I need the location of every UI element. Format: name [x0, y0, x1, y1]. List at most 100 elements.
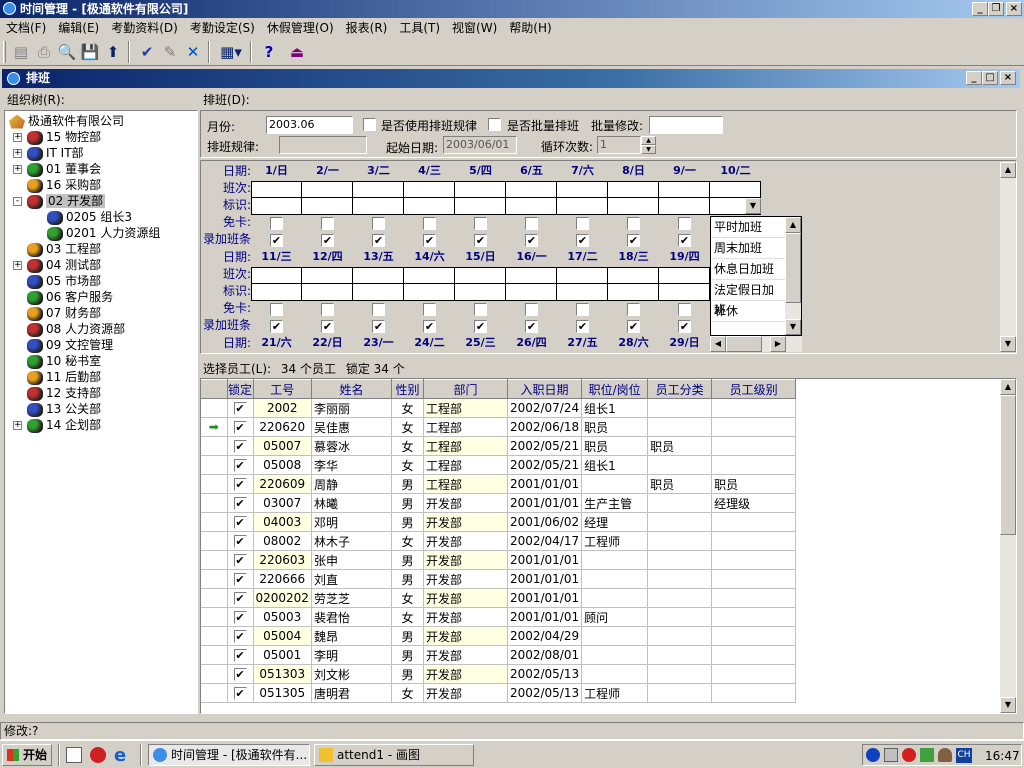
- overtime-checkbox[interactable]: ✔: [678, 234, 691, 247]
- flag-cell[interactable]: [251, 198, 302, 215]
- lock-cell[interactable]: ✔: [227, 455, 254, 475]
- column-header[interactable]: 职位/岗位: [581, 379, 649, 399]
- tree-item[interactable]: 14 企划部: [27, 417, 101, 433]
- lock-checkbox[interactable]: ✔: [233, 516, 247, 529]
- table-row[interactable]: ✔ 0200202 劳芝芝女开发部 2001/01/01: [201, 588, 797, 608]
- new-icon[interactable]: ▤: [10, 41, 32, 63]
- ie-icon[interactable]: e: [114, 745, 126, 766]
- taskbar-task-time-management[interactable]: 时间管理 - [极通软件有...: [148, 744, 310, 766]
- dropdown-scrollbar[interactable]: ▲ ▼: [785, 217, 801, 335]
- tray-check-icon[interactable]: [866, 748, 880, 762]
- flag-cell[interactable]: [557, 284, 608, 301]
- lock-checkbox[interactable]: ✔: [233, 573, 247, 586]
- tree-item[interactable]: 01 董事会: [27, 161, 101, 177]
- shift-cell[interactable]: [659, 181, 710, 198]
- table-row[interactable]: ✔ 08002 林木子女开发部 2002/04/17 工程师: [201, 531, 797, 551]
- table-row[interactable]: ➡ ✔ 220620 吴佳惠女工程部 2002/06/18 职员: [201, 417, 797, 437]
- lock-cell[interactable]: ✔: [227, 493, 254, 513]
- tree-expander[interactable]: +: [13, 133, 22, 142]
- tree-expander[interactable]: -: [13, 197, 22, 206]
- lock-checkbox[interactable]: ✔: [233, 535, 247, 548]
- delete-icon[interactable]: ✕: [182, 41, 204, 63]
- month-field[interactable]: 2003.06: [266, 116, 353, 134]
- tree-item[interactable]: IT IT部: [27, 145, 84, 161]
- tree-item[interactable]: 09 文控管理: [27, 337, 113, 353]
- overtime-checkbox[interactable]: ✔: [474, 320, 487, 333]
- shift-cell[interactable]: [557, 267, 608, 284]
- tree-item[interactable]: 06 客户服务: [27, 289, 113, 305]
- tree-item[interactable]: 0205 组长3: [47, 209, 132, 225]
- lock-cell[interactable]: ✔: [227, 417, 254, 437]
- dropdown-button[interactable]: ▼: [745, 198, 761, 214]
- lock-cell[interactable]: ✔: [227, 512, 254, 532]
- app-shortcut-icon[interactable]: [90, 747, 106, 763]
- cycle-field[interactable]: 1: [597, 136, 641, 154]
- menu-item[interactable]: 报表(R): [340, 18, 394, 38]
- lock-cell[interactable]: ✔: [227, 531, 254, 551]
- shift-cell[interactable]: [455, 181, 506, 198]
- menu-item[interactable]: 休假管理(O): [261, 18, 340, 38]
- scroll-up-button[interactable]: ▲: [785, 217, 801, 233]
- no-card-checkbox[interactable]: [474, 303, 487, 316]
- flag-cell[interactable]: [302, 198, 353, 215]
- tree-expander[interactable]: +: [13, 261, 22, 270]
- table-row[interactable]: ✔ 05004 魏昂男开发部 2002/04/29: [201, 626, 797, 646]
- tree-item[interactable]: 13 公关部: [27, 401, 101, 417]
- overtime-checkbox[interactable]: ✔: [321, 320, 334, 333]
- overtime-checkbox[interactable]: ✔: [525, 234, 538, 247]
- overtime-checkbox[interactable]: ✔: [525, 320, 538, 333]
- preview-icon[interactable]: 🔍: [56, 41, 78, 63]
- scroll-right-button[interactable]: ▶: [770, 336, 786, 352]
- lock-cell[interactable]: ✔: [227, 683, 254, 703]
- lock-checkbox[interactable]: ✔: [233, 611, 247, 624]
- column-header[interactable]: 入职日期: [507, 379, 583, 399]
- lock-cell[interactable]: ✔: [227, 398, 254, 418]
- export-icon[interactable]: ⬆: [102, 41, 124, 63]
- table-row[interactable]: ✔ 03007 林曦男开发部 2001/01/01 生产主管 经理级: [201, 493, 797, 513]
- ime-indicator[interactable]: CH: [956, 748, 972, 763]
- lock-checkbox[interactable]: ✔: [233, 478, 247, 491]
- table-row[interactable]: ✔ 051303 刘文彬男开发部 2002/05/13: [201, 664, 797, 684]
- lock-cell[interactable]: ✔: [227, 664, 254, 684]
- table-row[interactable]: ✔ 051305 唐明君女开发部 2002/05/13 工程师: [201, 683, 797, 703]
- tray-monitor-icon[interactable]: [884, 748, 898, 762]
- menu-item[interactable]: 考勤设定(S): [184, 18, 261, 38]
- menu-item[interactable]: 视窗(W): [446, 18, 503, 38]
- overtime-checkbox[interactable]: ✔: [270, 234, 283, 247]
- save-icon[interactable]: 💾: [79, 41, 101, 63]
- column-header[interactable]: 员工级别: [711, 379, 797, 399]
- scroll-down-button[interactable]: ▼: [1000, 336, 1016, 352]
- table-row[interactable]: ✔ 220609 周静男工程部 2001/01/01 职员 职员: [201, 474, 797, 494]
- table-row[interactable]: ✔ 05003 裴君怡女开发部 2001/01/01 顾问: [201, 607, 797, 627]
- child-restore-button[interactable]: □: [982, 71, 998, 85]
- rule-field[interactable]: [279, 136, 367, 154]
- table-row[interactable]: ✔ 05007 慕蓉冰女工程部 2002/05/21 职员 职员: [201, 436, 797, 456]
- flag-cell[interactable]: [659, 284, 710, 301]
- edit-icon[interactable]: ✎: [159, 41, 181, 63]
- tree-expander[interactable]: +: [13, 149, 22, 158]
- tree-item[interactable]: 03 工程部: [27, 241, 101, 257]
- lock-cell[interactable]: ✔: [227, 569, 254, 589]
- shift-cell[interactable]: [506, 181, 557, 198]
- lock-cell[interactable]: ✔: [227, 607, 254, 627]
- menu-item[interactable]: 编辑(E): [52, 18, 105, 38]
- dropdown-option[interactable]: 周末加班: [711, 238, 785, 259]
- no-card-checkbox[interactable]: [525, 303, 538, 316]
- overtime-checkbox[interactable]: ✔: [627, 320, 640, 333]
- lock-checkbox[interactable]: ✔: [233, 592, 247, 605]
- shift-cell[interactable]: [353, 181, 404, 198]
- flag-cell[interactable]: [455, 198, 506, 215]
- lock-checkbox[interactable]: ✔: [233, 554, 247, 567]
- overtime-type-dropdown[interactable]: 平时加班 周末加班 休息日加班 法定假日加班 补休 ▲ ▼: [710, 216, 802, 336]
- column-header[interactable]: 部门: [423, 379, 508, 399]
- desktop-icon[interactable]: [66, 747, 82, 763]
- tray-app-icon[interactable]: [902, 748, 916, 762]
- tree-item[interactable]: 10 秘书室: [27, 353, 101, 369]
- overtime-checkbox[interactable]: ✔: [576, 234, 589, 247]
- no-card-checkbox[interactable]: [423, 217, 436, 230]
- dropdown-horizontal-scrollbar[interactable]: ◀ ▶: [710, 336, 802, 352]
- shift-cell[interactable]: [455, 267, 506, 284]
- dropdown-option[interactable]: 补休: [711, 301, 785, 322]
- lock-checkbox[interactable]: ✔: [233, 497, 247, 510]
- shift-cell[interactable]: [404, 181, 455, 198]
